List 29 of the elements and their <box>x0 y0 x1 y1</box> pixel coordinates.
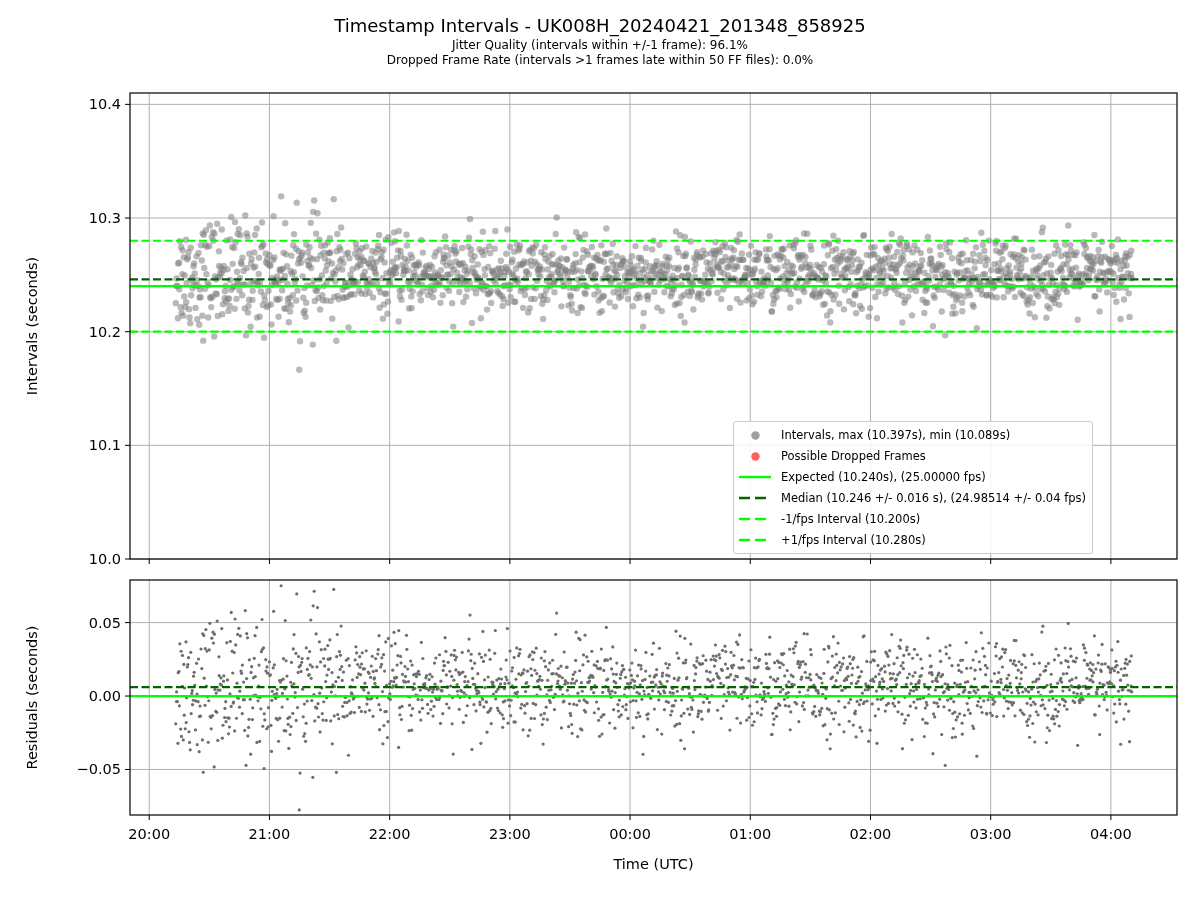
legend-label: +1/fps Interval (10.280s) <box>781 532 926 549</box>
legend-label: Median (10.246 +/- 0.016 s), (24.98514 +/- 0.04 fps) <box>781 490 1086 507</box>
x-tick-label: 20:00 <box>128 826 171 842</box>
x-tick-label: 01:00 <box>729 826 772 842</box>
y-tick-label: 0.05 <box>88 614 121 631</box>
x-tick-label: 23:00 <box>488 826 531 842</box>
chart-title: Timestamp Intervals - UK008H_20240421_201348_858925 <box>334 14 866 38</box>
legend-label: Possible Dropped Frames <box>781 448 926 465</box>
x-tick-label: 22:00 <box>368 826 411 842</box>
legend-label: Expected (10.240s), (25.00000 fps) <box>781 469 986 486</box>
x-tick-label: 04:00 <box>1090 826 1132 842</box>
y-tick-label: 10.2 <box>88 323 121 340</box>
y-tick-label: 10.4 <box>88 96 121 113</box>
x-tick-label: 00:00 <box>609 826 651 842</box>
y-tick-label: 10.3 <box>88 210 121 226</box>
x-axis-label: Time (UTC) <box>613 856 694 872</box>
y-tick-label: 10.0 <box>88 551 121 567</box>
chart-subtitle: Jitter Quality (intervals within +/-1 frame): 96.1% <box>452 38 748 53</box>
legend-label: -1/fps Interval (10.200s) <box>781 511 921 528</box>
x-tick-label: 03:00 <box>969 826 1012 842</box>
y-axis-label: Residuals (seconds) <box>24 625 40 770</box>
y-tick-label: 0.00 <box>88 688 121 705</box>
y-tick-label: 10.1 <box>88 437 121 454</box>
x-tick-label: 02:00 <box>849 826 892 842</box>
x-tick-label: 21:00 <box>248 826 291 842</box>
y-axis-label: Intervals (seconds) <box>24 256 40 396</box>
chart-subtitle: Dropped Frame Rate (intervals >1 frames late within 50 FF files): 0.0% <box>386 53 814 68</box>
legend-label: Intervals, max (10.397s), min (10.089s) <box>781 427 1011 444</box>
y-tick-label: −0.05 <box>76 761 121 778</box>
